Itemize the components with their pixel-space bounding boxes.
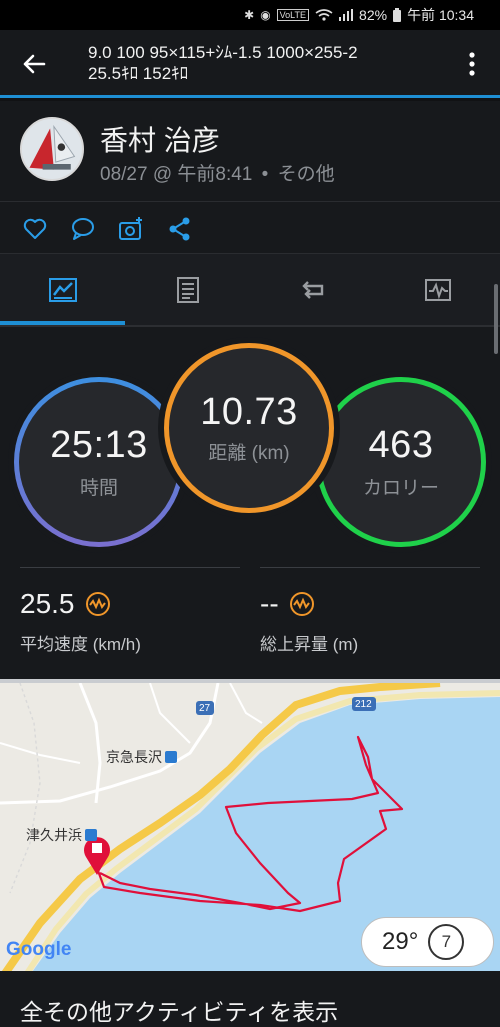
divider: [20, 567, 240, 568]
route-27-label: 27: [199, 703, 211, 714]
chart-icon: [424, 279, 451, 301]
add-photo-icon[interactable]: [118, 216, 144, 242]
google-logo: Google: [6, 939, 72, 960]
distance-value: 10.73: [200, 391, 298, 433]
activity-date: 08/27 @ 午前8:41: [100, 164, 253, 185]
weather-badge[interactable]: 29° 7: [361, 917, 494, 967]
like-icon[interactable]: [22, 216, 48, 242]
time-label: 時間: [79, 478, 118, 499]
stats-panel: 25:13 時間 463 カロリー 10.73 距離 (km) 25.5 平均速…: [0, 327, 500, 679]
elevation-value: --: [260, 588, 279, 619]
meta-separator: •: [261, 164, 269, 185]
calories-value: 463: [368, 424, 434, 466]
tab-charts[interactable]: [375, 254, 500, 326]
share-icon[interactable]: [167, 216, 193, 242]
distance-label: 距離 (km): [208, 443, 290, 464]
elevation-metric: -- 総上昇量 (m): [260, 567, 480, 655]
social-actions: [0, 201, 500, 253]
pace-zone-icon[interactable]: [85, 591, 111, 617]
nfc-icon: ◉: [260, 8, 271, 22]
overview-icon: [48, 278, 77, 302]
tab-bar: [0, 253, 500, 325]
avatar[interactable]: [20, 117, 84, 181]
train-icon: [85, 829, 97, 841]
wind-speed: 7: [441, 932, 452, 951]
time-value: 25:13: [50, 424, 148, 466]
train-icon: [165, 751, 177, 763]
activity-meta: 08/27 @ 午前8:41 • その他: [100, 159, 335, 186]
app-bar: 9.0 100 95×115+ｼﾑ-1.5 1000×255-2 25.5ｷﾛ …: [0, 30, 500, 98]
avg-speed-metric: 25.5 平均速度 (km/h): [20, 567, 240, 655]
scrollbar[interactable]: [494, 284, 498, 354]
activity-type: その他: [277, 164, 335, 185]
comment-icon[interactable]: [70, 216, 96, 242]
wind-icon: 7: [428, 924, 465, 960]
station-tsukuihama[interactable]: 津久井浜: [26, 825, 97, 845]
time-ring: 25:13 時間: [14, 377, 184, 547]
battery-icon: [393, 8, 402, 22]
tab-laps[interactable]: [250, 254, 375, 326]
route-212-label: 212: [355, 699, 372, 710]
laps-icon: [301, 281, 323, 299]
activity-title: 9.0 100 95×115+ｼﾑ-1.5 1000×255-2 25.5ｷﾛ …: [88, 43, 358, 83]
distance-ring: 10.73 距離 (km): [164, 343, 334, 513]
user-name: 香村 治彦: [100, 125, 220, 156]
pace-zone-icon[interactable]: [289, 591, 315, 617]
avg-speed-value: 25.5: [20, 588, 75, 619]
volte-icon: VoLTE: [276, 9, 310, 21]
station-kyukyu-nagasawa[interactable]: 京急長沢: [106, 747, 177, 767]
temperature: 29°: [382, 928, 419, 955]
status-bar: ✱ ◉ VoLTE 82% 午前 10:34: [0, 0, 500, 30]
avg-speed-label: 平均速度 (km/h): [20, 635, 141, 654]
wifi-icon: [315, 9, 333, 21]
more-options-icon[interactable]: [462, 50, 482, 78]
details-icon: [176, 277, 199, 303]
station-label: 津久井浜: [26, 827, 82, 843]
clock: 午前 10:34: [407, 7, 474, 23]
more-activities-link[interactable]: 全その他アクティビティを表示: [20, 993, 338, 1027]
profile-header: 香村 治彦 08/27 @ 午前8:41 • その他: [0, 101, 500, 201]
elevation-label: 総上昇量 (m): [260, 635, 359, 654]
tab-overview[interactable]: [0, 254, 125, 326]
more-activities-row[interactable]: 全その他アクティビティを表示: [0, 971, 500, 1027]
calories-ring: 463 カロリー: [316, 377, 486, 547]
tab-details[interactable]: [125, 254, 250, 326]
bluetooth-icon: ✱: [244, 8, 255, 22]
divider: [260, 567, 480, 568]
station-label: 京急長沢: [106, 749, 162, 765]
back-arrow-icon[interactable]: [18, 48, 50, 80]
signal-icon: [339, 9, 354, 21]
battery-percent: 82%: [359, 7, 388, 23]
calories-label: カロリー: [362, 478, 439, 499]
